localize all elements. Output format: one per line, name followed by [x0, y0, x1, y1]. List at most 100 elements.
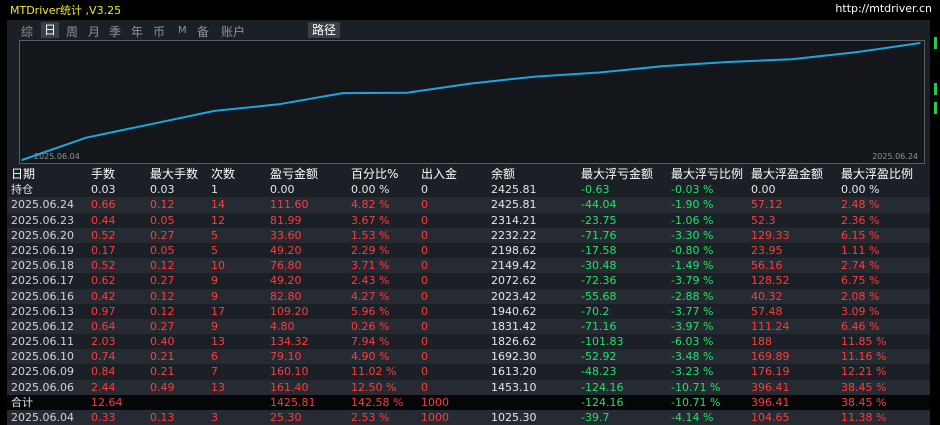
tab-quarterly[interactable]: 季	[109, 23, 121, 40]
cell-balance: 2425.81	[491, 198, 537, 212]
cell-max-float-loss: -124.16	[581, 380, 624, 394]
cell-max-float-loss-pct: -3.97 %	[671, 319, 714, 333]
cell-max-float-profit: 129.33	[751, 228, 790, 242]
table-row[interactable]: 2025.06.12 0.64 0.27 9 4.80 0.26 % 0 1831.42 -71…	[7, 318, 930, 335]
balance-point	[726, 61, 729, 63]
header-count: 次数	[211, 167, 236, 181]
cell-date: 2025.06.17	[11, 274, 74, 288]
cell-pnl: 161.40	[270, 380, 309, 394]
cell-date: 2025.06.20	[11, 228, 74, 242]
table-header-row: 日期 手数 最大手数 次数 盈亏金额 百分比% 出入金 余额 最大浮亏金额 最大浮亏比例 最大浮盈金…	[7, 167, 930, 182]
cell-max-float-loss-pct: -0.03 %	[671, 183, 714, 197]
cell-max-float-loss-pct: -1.49 %	[671, 259, 714, 273]
cell-count: 13	[211, 380, 225, 394]
table-row[interactable]: 2025.06.13 0.97 0.12 17 109.20 5.96 % 0 1940.62…	[7, 304, 930, 319]
cell-balance: 2314.21	[491, 213, 537, 227]
header-percent: 百分比%	[351, 167, 399, 181]
cell-date: 2025.06.10	[11, 350, 74, 364]
cell-balance: 2023.42	[491, 289, 537, 303]
table-row[interactable]: 2025.06.06 2.44 0.49 13 161.40 12.50 % 0 1453.1…	[7, 379, 930, 395]
tab-notes[interactable]: 备	[197, 23, 209, 40]
table-row[interactable]: 2025.06.16 0.42 0.12 9 82.80 4.27 % 0 2023.42 -5…	[7, 288, 930, 304]
table-row[interactable]: 2025.06.04 0.33 0.13 3 25.30 2.53 % 1000 1025.3…	[7, 410, 930, 425]
website-link[interactable]: http://mtdriver.cn	[835, 2, 932, 15]
table-row[interactable]: 2025.06.17 0.62 0.27 9 49.20 2.43 % 0 2072.62 -7…	[7, 273, 930, 288]
cell-balance: 1613.20	[491, 365, 537, 379]
balance-point	[406, 91, 408, 94]
cell-max-lots: 0.12	[150, 198, 175, 212]
cell-date: 2025.06.04	[11, 411, 74, 424]
header-max-float-profit-pct: 最大浮盈比例	[841, 167, 914, 181]
table-row[interactable]: 2025.06.23 0.44 0.05 12 81.99 3.67 % 0 2314.21 -…	[7, 213, 930, 228]
tab-weekly[interactable]: 周	[66, 23, 78, 40]
balance-line-chart: 2025.06.04 2025.06.24	[21, 42, 921, 161]
cell-max-float-loss-pct: -3.79 %	[671, 274, 714, 288]
cell-count: 6	[211, 350, 218, 364]
cell-pnl: 33.60	[270, 228, 302, 242]
cell-count: 1	[211, 183, 218, 197]
balance-point	[790, 58, 793, 60]
cell-max-float-loss: -30.48	[581, 259, 617, 273]
tab-daily[interactable]: 日	[41, 22, 60, 38]
cell-deposit: 0	[421, 259, 428, 273]
cell-percent: 7.94 %	[351, 335, 390, 349]
cell-max-float-loss: -72.36	[581, 274, 617, 288]
tab-magic[interactable]: M	[178, 25, 187, 36]
cell-max-lots: 0.05	[150, 213, 175, 227]
cell-lots: 0.66	[91, 198, 116, 212]
cell-lots: 0.52	[91, 259, 116, 273]
cell-deposit: 0	[421, 228, 428, 242]
title-bar: MTDriver统计 ,V3.25 http://mtdriver.cn	[0, 0, 940, 20]
tab-monthly[interactable]: 月	[88, 23, 100, 40]
table-row[interactable]: 2025.06.10 0.74 0.21 6 79.10 4.90 % 0 1692.30 -5…	[7, 349, 930, 365]
cell-date: 持仓	[11, 183, 33, 197]
cell-max-float-profit-pct: 2.08 %	[841, 289, 880, 303]
cell-deposit: 0	[421, 350, 428, 364]
cell-max-float-profit-pct: 1.11 %	[841, 243, 880, 257]
cell-lots: 0.33	[91, 411, 116, 424]
cell-lots: 0.97	[91, 304, 116, 318]
table-row[interactable]: 2025.06.20 0.52 0.27 5 33.60 1.53 % 0 2232.22 -7…	[7, 227, 930, 243]
cell-deposit: 0	[421, 243, 428, 257]
table-row[interactable]: 2025.06.11 2.03 0.40 13 134.32 7.94 % 0 1826.62…	[7, 334, 930, 349]
cell-max-float-profit: 111.24	[751, 319, 790, 333]
cell-count: 17	[211, 304, 225, 318]
cell-max-float-profit-pct: 2.74 %	[841, 259, 880, 273]
tab-currency[interactable]: 币	[153, 23, 165, 40]
cell-deposit: 0	[421, 289, 428, 303]
cell-lots: 0.03	[91, 183, 116, 197]
tab-summary[interactable]: 综	[21, 23, 33, 40]
cell-max-float-loss-pct: -3.30 %	[671, 228, 714, 242]
table-row[interactable]: 2025.06.19 0.17 0.05 5 49.20 2.29 % 0 2198.62 -1…	[7, 243, 930, 258]
balance-point	[277, 103, 280, 106]
cell-pnl: 49.20	[270, 243, 302, 257]
cell-deposit: 0	[421, 183, 428, 197]
table-row[interactable]: 2025.06.24 0.66 0.12 14 111.60 4.82 % 0 2425.81…	[7, 197, 930, 213]
cell-max-float-loss-pct: -4.14 %	[671, 411, 714, 424]
cell-pnl: 4.80	[270, 319, 295, 333]
cell-max-float-profit: 56.16	[751, 259, 783, 273]
cell-max-float-loss: -101.83	[581, 335, 624, 349]
cell-count: 3	[211, 411, 218, 424]
cell-max-lots: 0.12	[150, 304, 175, 318]
cell-max-float-loss-pct: -3.23 %	[671, 365, 714, 379]
cell-max-float-profit-pct: 12.21 %	[841, 365, 887, 379]
total-deposit: 1000	[421, 396, 449, 409]
cell-max-lots: 0.21	[150, 350, 175, 364]
path-button[interactable]: 路径	[308, 22, 341, 38]
tab-yearly[interactable]: 年	[131, 23, 143, 40]
header-balance: 余额	[491, 167, 516, 181]
cell-lots: 0.52	[91, 228, 116, 242]
table-row[interactable]: 2025.06.09 0.84 0.21 7 160.10 11.02 % 0 1613.20…	[7, 364, 930, 379]
cell-max-float-profit-pct: 0.00 %	[841, 183, 880, 197]
cell-percent: 11.02 %	[351, 365, 397, 379]
cell-balance: 1831.42	[491, 319, 537, 333]
total-max-float-profit-pct: 38.45 %	[841, 396, 887, 409]
table-row[interactable]: 2025.06.18 0.52 0.12 10 76.80 3.71 % 0 2149.42 -…	[7, 258, 930, 274]
period-tabs: 综 日 周 月 季 年 币 M 备 账户 路径	[7, 20, 930, 40]
cell-max-float-loss-pct: -2.88 %	[671, 289, 714, 303]
cell-balance: 2198.62	[491, 243, 537, 257]
tab-account[interactable]: 账户	[221, 23, 245, 40]
cell-pnl: 82.80	[270, 289, 302, 303]
cell-max-float-profit: 188	[751, 335, 772, 349]
